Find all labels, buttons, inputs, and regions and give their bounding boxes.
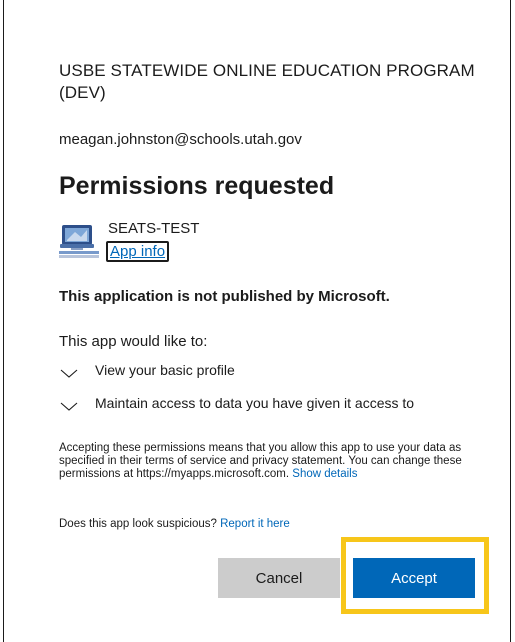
permission-label: View your basic profile — [95, 362, 235, 378]
permissions-intro: This app would like to: — [59, 333, 208, 350]
page-title: Permissions requested — [59, 172, 335, 200]
organization-name: USBE STATEWIDE ONLINE EDUCATION PROGRAM … — [59, 61, 475, 102]
permission-item[interactable]: Maintain access to data you have given i… — [59, 395, 499, 415]
permission-item[interactable]: View your basic profile — [59, 362, 359, 382]
report-prompt: Does this app look suspicious? Report it… — [59, 518, 290, 530]
consent-fineprint: Accepting these permissions means that y… — [59, 442, 479, 481]
app-logo-icon — [59, 222, 101, 260]
report-link[interactable]: Report it here — [220, 518, 290, 530]
app-name: SEATS-TEST — [108, 220, 200, 237]
consent-dialog: USBE STATEWIDE ONLINE EDUCATION PROGRAM … — [3, 0, 511, 642]
app-info-link[interactable]: App info — [106, 241, 170, 262]
chevron-down-icon — [60, 366, 78, 378]
chevron-down-icon — [60, 399, 78, 411]
app-summary: SEATS-TEST App info — [59, 218, 359, 264]
accept-button[interactable]: Accept — [353, 558, 475, 598]
show-details-link[interactable]: Show details — [292, 468, 357, 480]
permission-label: Maintain access to data you have given i… — [95, 395, 415, 411]
cancel-button[interactable]: Cancel — [218, 558, 340, 598]
report-question: Does this app look suspicious? — [59, 518, 217, 530]
publisher-notice: This application is not published by Mic… — [59, 288, 390, 305]
fineprint-text: Accepting these permissions means that y… — [59, 442, 462, 480]
account-email: meagan.johnston@schools.utah.gov — [59, 131, 302, 148]
